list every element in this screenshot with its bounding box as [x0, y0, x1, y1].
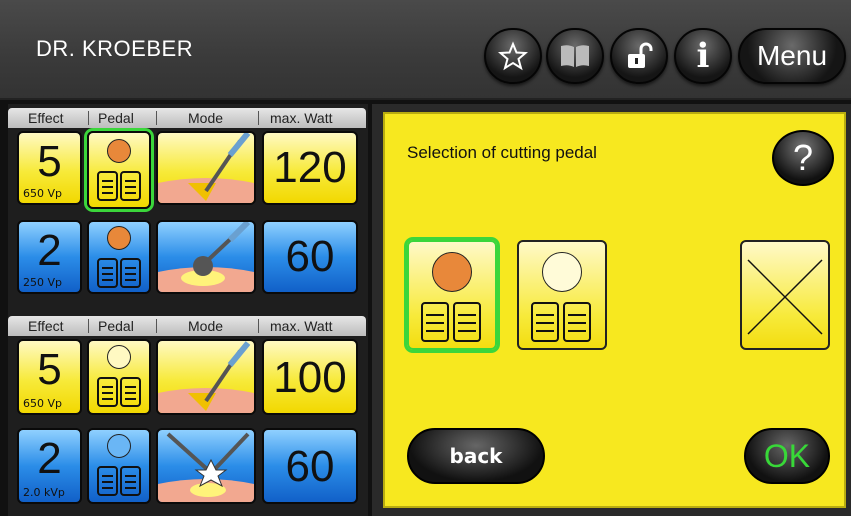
pedal-tile[interactable] — [87, 428, 151, 504]
column-header: Effect Pedal Mode max. Watt — [8, 316, 366, 336]
ball-electrode-icon — [158, 222, 254, 292]
mode-tile[interactable] — [156, 428, 256, 504]
close-icon — [747, 259, 823, 335]
column-effect: Effect — [28, 110, 64, 126]
pedal-icon — [89, 133, 149, 207]
column-mode: Mode — [188, 318, 224, 334]
effect-tile[interactable]: 2 250 Vp — [17, 220, 82, 294]
unlock-icon — [628, 42, 653, 68]
pedal-icon — [89, 430, 149, 502]
manual-button[interactable] — [546, 28, 604, 84]
max-watt-tile[interactable]: 60 — [262, 428, 358, 504]
max-watt-tile[interactable]: 120 — [262, 131, 358, 205]
max-watt-tile[interactable]: 100 — [262, 339, 358, 415]
no-pedal-option[interactable] — [740, 240, 830, 350]
mode-tile[interactable] — [156, 220, 256, 294]
column-pedal: Pedal — [98, 110, 134, 126]
pedal-icon — [409, 242, 495, 348]
pedal-icon — [519, 242, 605, 348]
menu-button[interactable]: Menu — [738, 28, 846, 84]
column-mode: Mode — [188, 110, 224, 126]
cut-blade-icon — [158, 341, 254, 413]
effect-tile[interactable]: 5 650 Vp — [17, 131, 82, 205]
column-header: Effect Pedal Mode max. Watt — [8, 108, 366, 128]
pedal-option-filled[interactable] — [407, 240, 497, 350]
cut-blade-icon — [158, 133, 254, 203]
back-button[interactable]: back — [407, 428, 545, 484]
info-button[interactable]: i — [674, 28, 732, 84]
column-max-watt: max. Watt — [270, 318, 333, 334]
pedal-tile[interactable] — [87, 131, 151, 209]
top-bar: DR. KROEBER i Menu — [0, 0, 851, 100]
column-max-watt: max. Watt — [270, 110, 333, 126]
pedal-tile[interactable] — [87, 220, 151, 294]
bipolar-forceps-icon — [158, 432, 254, 502]
lock-button[interactable] — [610, 28, 668, 84]
pedal-icon — [89, 341, 149, 413]
mode-tile[interactable] — [156, 339, 256, 415]
column-pedal: Pedal — [98, 318, 134, 334]
book-icon — [561, 45, 589, 67]
effect-tile[interactable]: 2 2.0 kVp — [17, 428, 82, 504]
favorites-button[interactable] — [484, 28, 542, 84]
pedal-option-empty[interactable] — [517, 240, 607, 350]
max-watt-tile[interactable]: 60 — [262, 220, 358, 294]
effect-tile[interactable]: 5 650 Vp — [17, 339, 82, 415]
pedal-icon — [89, 222, 149, 292]
info-icon: i — [696, 36, 710, 76]
star-icon — [498, 41, 528, 71]
ok-button[interactable]: OK — [744, 428, 830, 484]
mode-tile[interactable] — [156, 131, 256, 205]
column-effect: Effect — [28, 318, 64, 334]
dialog-title: Selection of cutting pedal — [407, 143, 597, 162]
help-button[interactable]: ? — [772, 130, 834, 186]
pedal-tile[interactable] — [87, 339, 151, 415]
user-name: DR. KROEBER — [36, 36, 194, 61]
